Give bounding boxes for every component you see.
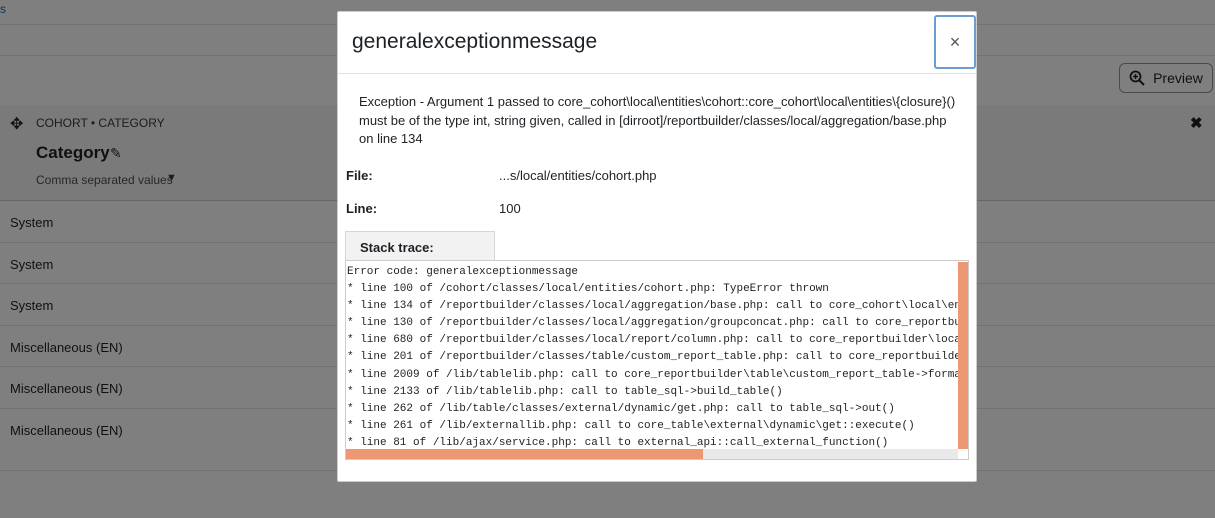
stack-trace-line: * line 130 of /reportbuilder/classes/loc… [347,317,968,330]
line-label: Line: [346,201,378,216]
stack-trace-line: * line 201 of /reportbuilder/classes/tab… [347,351,968,364]
stack-trace-box[interactable]: Error code: generalexceptionmessage * lin… [345,260,969,460]
close-button[interactable]: × [934,15,976,69]
horizontal-scrollbar-thumb[interactable] [346,449,703,459]
file-value: ...s/local/entities/cohort.php [499,168,657,183]
exception-dialog: generalexceptionmessage × Exception - Ar… [337,11,977,482]
exception-message: Exception - Argument 1 passed to core_co… [359,94,956,146]
stack-trace-line: * line 262 of /lib/table/classes/externa… [347,402,895,415]
modal-header: generalexceptionmessage × [338,12,976,74]
stack-trace-line: * line 2009 of /lib/tablelib.php: call t… [347,368,969,381]
modal-title: generalexceptionmessage [352,30,598,53]
stack-trace-tab[interactable]: Stack trace: [345,231,495,261]
stack-trace-lines: Error code: generalexceptionmessage * lin… [347,264,969,452]
stack-trace-line: * line 134 of /reportbuilder/classes/loc… [347,300,968,313]
stack-trace-line: * line 100 of /cohort/classes/local/enti… [347,283,829,296]
stack-trace-line: * line 2133 of /lib/tablelib.php: call t… [347,385,783,398]
line-value: 100 [499,201,521,216]
stack-trace-line: Error code: generalexceptionmessage [347,266,579,278]
file-label: File: [346,168,373,183]
vertical-scrollbar[interactable] [958,262,968,449]
stack-trace-line: * line 261 of /lib/externallib.php: call… [347,419,915,432]
stack-trace-line: * line 680 of /reportbuilder/classes/loc… [347,334,968,347]
